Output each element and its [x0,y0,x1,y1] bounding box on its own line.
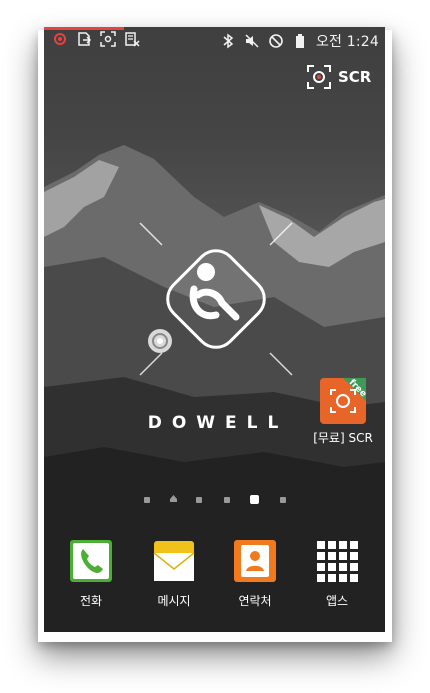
dowell-logo [139,222,293,376]
app-icon-scr-free[interactable]: free [무료] SCR [312,377,374,446]
clipboard-x-icon [125,32,140,47]
scr-free-app-icon: free [320,378,367,424]
dock: 전화 메시지 연락처 앱스 [44,539,385,632]
dock-label-apps: 앱스 [325,594,349,608]
dock-app-contacts[interactable]: 연락처 [220,539,290,609]
page-dot[interactable] [144,497,150,503]
dock-app-message[interactable]: 메시지 [139,539,209,609]
vibrate-mute-icon [245,34,259,48]
phone-screen: 오전 1:24 SCR DOWELL free [무료] SCR 전화 메시지 … [44,27,385,632]
apps-grid-icon [317,541,358,582]
dock-label-contacts: 연락처 [238,594,272,608]
page-indicator [140,493,290,507]
scr-overlay-label: SCR [338,68,372,86]
status-bar: 오전 1:24 [44,30,385,50]
do-not-disturb-icon [269,34,283,48]
scr-overlay-button[interactable]: SCR [306,64,371,90]
home-page-icon[interactable] [169,494,178,503]
dock-label-message: 메시지 [157,594,191,608]
page-dot[interactable] [280,497,286,503]
bluetooth-icon [223,33,234,49]
status-clock: 오전 1:24 [315,34,379,50]
screen-recorder-icon [54,33,66,45]
battery-icon [295,34,304,48]
page-dot[interactable] [224,497,230,503]
screenshot-icon [100,31,116,47]
dowell-brand-text: DOWELL [147,413,289,433]
record-frame-icon [307,65,331,89]
dock-app-apps[interactable]: 앱스 [302,539,372,609]
file-export-icon [78,32,92,46]
dock-label-phone: 전화 [79,594,103,608]
message-envelope-icon [153,541,195,581]
phone-icon [70,540,112,582]
dock-app-phone[interactable]: 전화 [56,539,126,609]
page-dot-active[interactable] [250,495,259,504]
contacts-icon [234,540,276,582]
app-label-scr-free: [무료] SCR [313,431,373,445]
page-dot[interactable] [196,497,202,503]
